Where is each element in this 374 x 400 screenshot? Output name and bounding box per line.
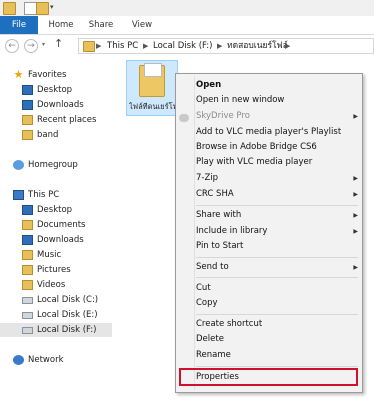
title-bar: ▾ [0, 0, 374, 16]
properties-highlight-box [179, 368, 358, 386]
submenu-arrow-icon: ▶ [353, 191, 358, 198]
menu-item-rename[interactable]: Rename [196, 348, 356, 363]
forward-button[interactable]: → [24, 39, 38, 53]
menu-separator [196, 366, 358, 367]
menu-item-copy[interactable]: Copy [196, 296, 356, 311]
breadcrumb-separator-icon[interactable]: ▶ [143, 39, 148, 53]
menu-item-create-shortcut[interactable]: Create shortcut [196, 317, 356, 332]
desktop-icon [22, 205, 33, 215]
folder-icon [3, 2, 16, 15]
address-row: ← → ▾ ↑ ▶ This PC ▶ Local Disk (F:) ▶ ทด… [0, 35, 374, 57]
address-bar[interactable]: ▶ This PC ▶ Local Disk (F:) ▶ ทดสอบเนยร์… [78, 38, 374, 54]
drive-icon [22, 312, 33, 319]
downloads-icon [22, 100, 33, 110]
menu-separator [196, 257, 358, 258]
breadcrumb-separator-icon[interactable]: ▶ [217, 39, 222, 53]
folder-name: ไฟล์ทีดนเยร์โฟล์ [129, 102, 177, 111]
recent-places-icon [22, 115, 33, 125]
menu-item-send-to[interactable]: Send to ▶ [196, 260, 358, 275]
folder-item[interactable]: ไฟล์ทีดนเยร์โฟล์ [126, 60, 178, 116]
submenu-arrow-icon: ▶ [353, 113, 358, 120]
tab-home[interactable]: Home [44, 16, 78, 34]
menu-item-share-with[interactable]: Share with ▶ [196, 208, 358, 223]
breadcrumb-separator-icon[interactable]: ▶ [285, 39, 290, 53]
drive-icon [22, 327, 33, 334]
folder-icon [83, 41, 95, 52]
tab-view[interactable]: View [126, 16, 158, 34]
submenu-arrow-icon: ▶ [353, 212, 358, 219]
breadcrumb-local-disk-f[interactable]: Local Disk (F:) [153, 39, 212, 53]
quick-access-dropdown-icon[interactable]: ▾ [50, 2, 61, 13]
menu-item-vlc-play[interactable]: Play with VLC media player [196, 155, 356, 170]
downloads-icon [22, 235, 33, 245]
recent-locations-icon[interactable]: ▾ [42, 41, 45, 48]
breadcrumb-separator-icon[interactable]: ▶ [96, 39, 101, 53]
desktop-icon [22, 85, 33, 95]
menu-item-vlc-playlist[interactable]: Add to VLC media player's Playlist [196, 125, 356, 140]
menu-item-open-new-window[interactable]: Open in new window [196, 93, 356, 108]
menu-item-crc-sha[interactable]: CRC SHA ▶ [196, 187, 358, 202]
folder-icon [139, 63, 165, 97]
cloud-icon [179, 114, 189, 122]
menu-separator [196, 277, 358, 278]
network-icon [13, 355, 24, 365]
menu-item-adobe-bridge[interactable]: Browse in Adobe Bridge CS6 [196, 140, 356, 155]
homegroup-icon [13, 160, 24, 170]
menu-item-cut[interactable]: Cut [196, 281, 356, 296]
breadcrumb-this-pc[interactable]: This PC [107, 39, 138, 53]
back-button[interactable]: ← [5, 39, 19, 53]
videos-icon [22, 280, 33, 290]
menu-item-delete[interactable]: Delete [196, 332, 356, 347]
drive-icon [22, 297, 33, 304]
menu-item-pin-to-start[interactable]: Pin to Start [196, 239, 356, 254]
submenu-arrow-icon: ▶ [353, 228, 358, 235]
computer-icon [13, 190, 24, 200]
context-menu: Open Open in new window SkyDrive Pro ▶ A… [175, 73, 363, 393]
menu-item-open[interactable]: Open [196, 78, 356, 93]
up-button[interactable]: ↑ [54, 37, 63, 50]
tab-share[interactable]: Share [84, 16, 118, 34]
submenu-arrow-icon: ▶ [353, 175, 358, 182]
menu-item-7zip[interactable]: 7-Zip ▶ [196, 171, 358, 186]
pictures-icon [22, 265, 33, 275]
breadcrumb-current-folder[interactable]: ทดสอบเนยร์โฟล์ [227, 39, 288, 53]
new-folder-icon[interactable] [36, 2, 49, 15]
menu-item-include-library[interactable]: Include in library ▶ [196, 224, 358, 239]
menu-separator [196, 314, 358, 315]
navigation-pane: ★ Favorites Desktop Downloads Recent pla… [0, 58, 115, 400]
submenu-arrow-icon: ▶ [353, 264, 358, 271]
star-icon: ★ [13, 68, 24, 81]
menu-item-skydrive-pro[interactable]: SkyDrive Pro ▶ [196, 109, 358, 124]
music-icon [22, 250, 33, 260]
menu-separator [196, 205, 358, 206]
tab-file[interactable]: File [0, 16, 38, 34]
documents-icon [22, 220, 33, 230]
ribbon-tabs: File Home Share View [0, 16, 374, 35]
folder-icon [22, 130, 33, 140]
nav-item-local-disk-f[interactable]: Local Disk (F:) [0, 323, 112, 337]
